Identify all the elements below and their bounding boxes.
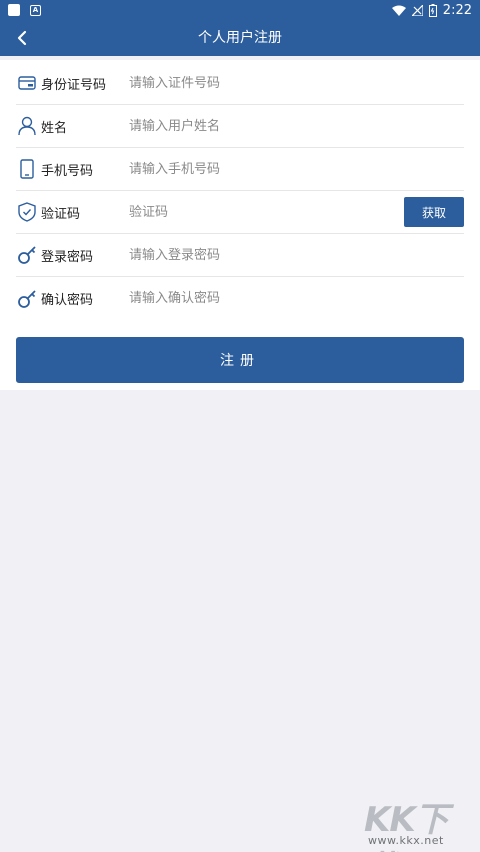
phone-row: 手机号码 bbox=[16, 148, 464, 191]
password-input[interactable] bbox=[129, 244, 389, 266]
page-title: 个人用户注册 bbox=[198, 30, 282, 46]
watermark-url: www.kkx.net bbox=[368, 834, 444, 847]
notification-icon bbox=[8, 4, 20, 16]
id-card-icon bbox=[16, 72, 38, 94]
name-row: 姓名 bbox=[16, 105, 464, 148]
password-row: 登录密码 bbox=[16, 234, 464, 277]
app-bar: 个人用户注册 bbox=[0, 20, 480, 56]
watermark: KK下载 www.kkx.net bbox=[360, 792, 476, 852]
verify-code-label: 验证码 bbox=[41, 206, 81, 222]
name-input[interactable] bbox=[129, 115, 389, 137]
shield-check-icon bbox=[16, 201, 38, 223]
clock: 2:22 bbox=[442, 2, 472, 18]
verify-code-input[interactable] bbox=[129, 201, 289, 223]
id-number-input[interactable] bbox=[129, 72, 389, 94]
id-number-row: 身份证号码 bbox=[16, 62, 464, 105]
password-label: 登录密码 bbox=[41, 249, 94, 265]
confirm-password-label: 确认密码 bbox=[41, 293, 94, 308]
key-icon bbox=[16, 244, 38, 266]
id-number-label: 身份证号码 bbox=[41, 77, 107, 93]
battery-icon bbox=[428, 3, 437, 17]
wifi-icon bbox=[391, 5, 406, 16]
register-button[interactable]: 注册 bbox=[16, 337, 464, 383]
user-icon bbox=[16, 115, 38, 137]
phone-input[interactable] bbox=[129, 158, 389, 180]
signal-icon bbox=[411, 4, 423, 16]
confirm-password-input[interactable] bbox=[129, 287, 389, 309]
app-notification-icon: A bbox=[30, 4, 41, 16]
confirm-password-row: 确认密码 bbox=[16, 277, 464, 320]
status-bar: A 2:22 bbox=[0, 0, 480, 20]
key-icon bbox=[16, 288, 38, 310]
get-code-button[interactable]: 获取 bbox=[404, 197, 464, 227]
name-label: 姓名 bbox=[41, 120, 68, 136]
verify-code-row: 验证码 获取 bbox=[16, 191, 464, 234]
phone-icon bbox=[16, 158, 38, 180]
phone-label: 手机号码 bbox=[41, 163, 94, 179]
